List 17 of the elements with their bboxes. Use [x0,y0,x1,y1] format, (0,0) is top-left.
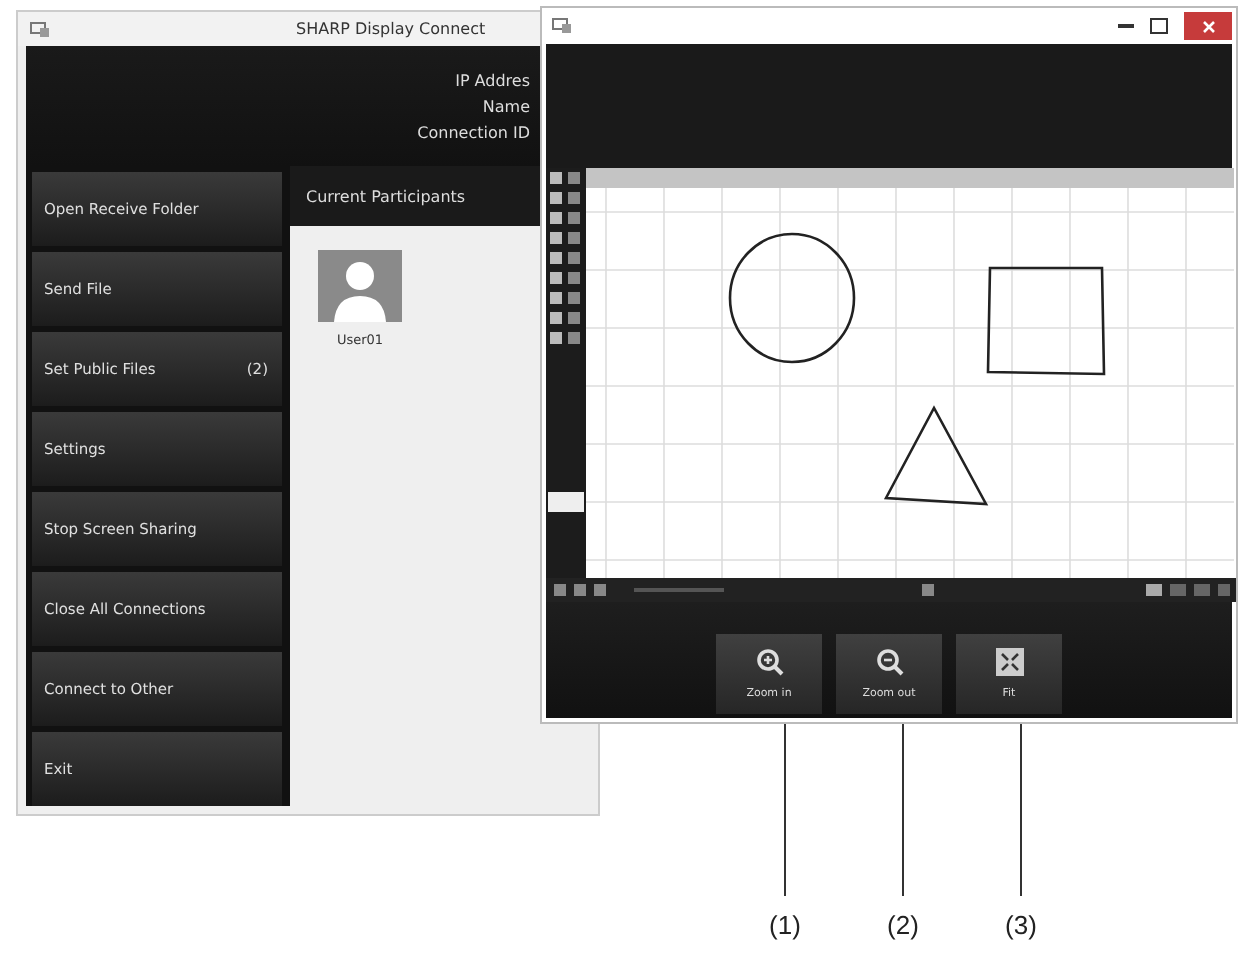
zoom-out-icon [875,648,903,676]
fit-icon [995,648,1023,676]
app-icon [30,21,50,37]
close-button[interactable] [1184,12,1232,40]
avatar-icon [318,250,402,322]
info-label: Connection ID [417,123,530,141]
info-label: Name [482,97,530,115]
callout-number: (2) [887,910,919,940]
maximize-icon[interactable] [1150,18,1168,34]
callout-number: (3) [1005,910,1037,940]
info-label: IP Addres [455,71,530,89]
callout-number: (1) [769,910,801,940]
app-icon [552,18,572,34]
status-toolbar-drawing[interactable] [546,578,1236,602]
close-icon [1201,19,1215,33]
window-title: SHARP Display Connect [296,20,486,38]
zoom-in-icon [755,648,783,676]
